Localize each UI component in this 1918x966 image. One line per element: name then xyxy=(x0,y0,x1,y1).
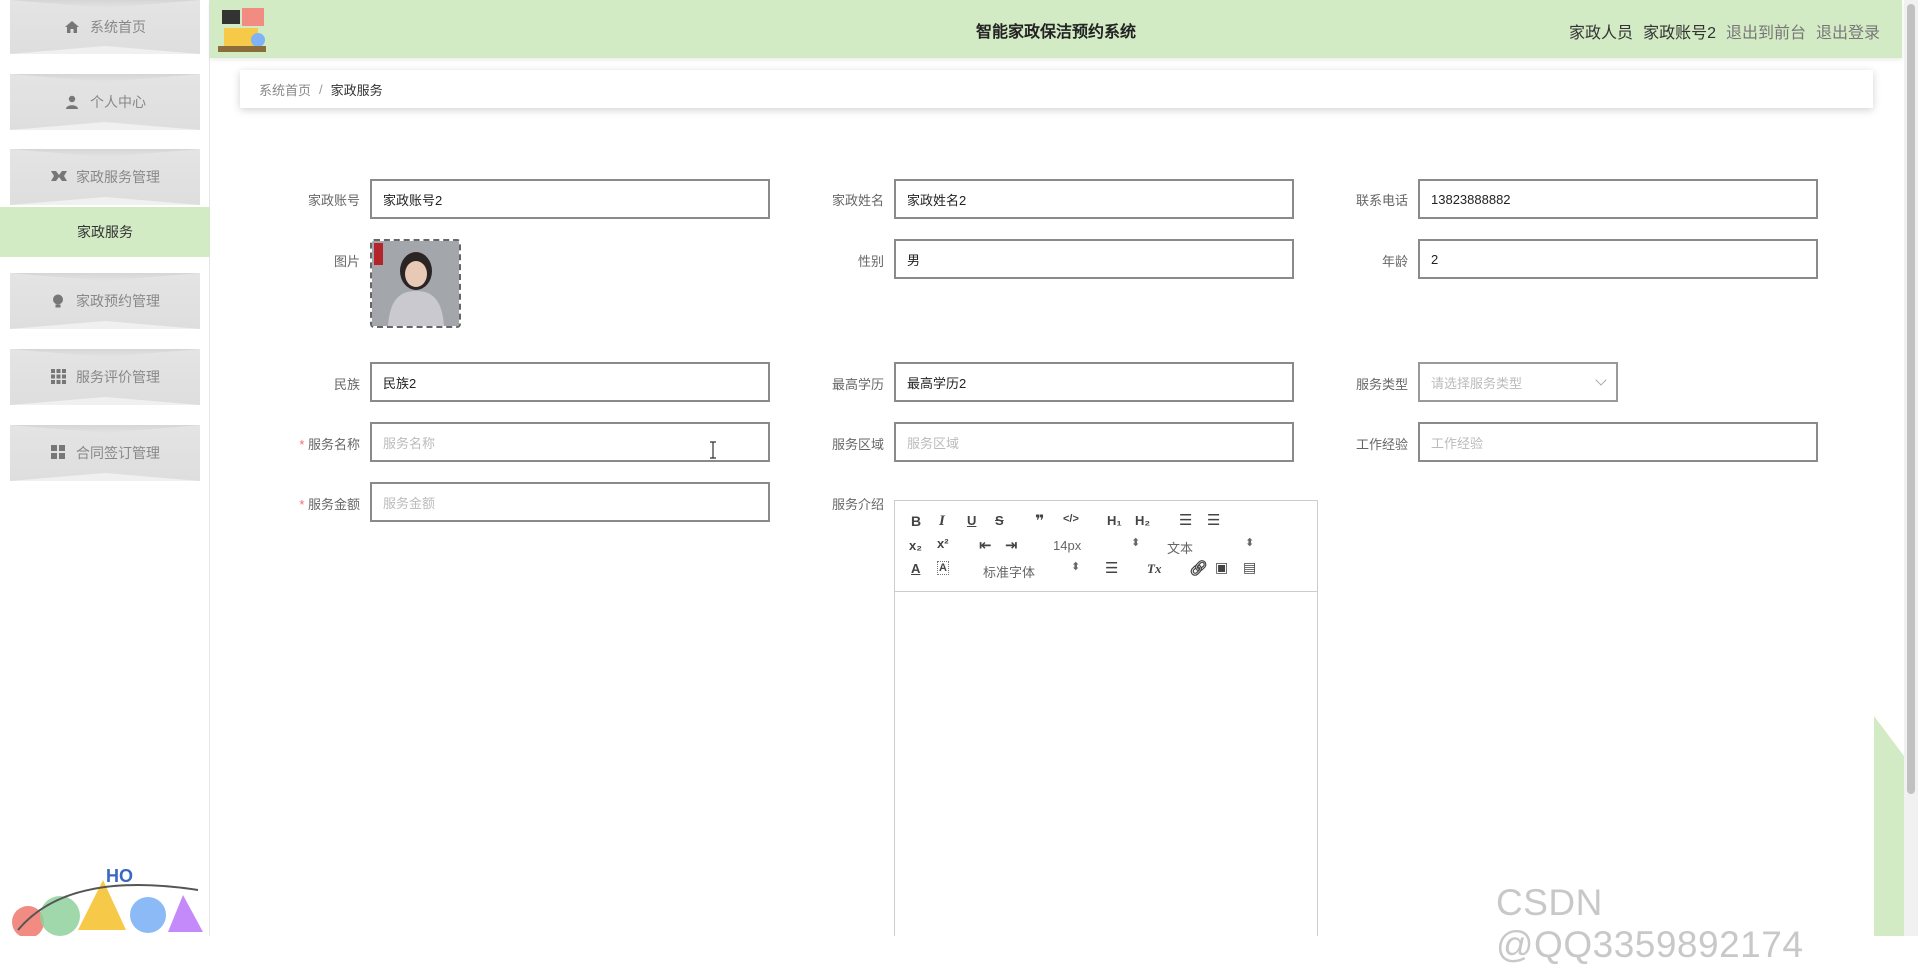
block-type-arrows-icon: ⬍ xyxy=(1245,537,1255,549)
sidebar-item-personal[interactable]: 个人中心 xyxy=(10,74,200,130)
block-type-select[interactable]: 文本 xyxy=(1167,538,1193,557)
breadcrumb: 系统首页 / 家政服务 xyxy=(240,70,1873,108)
age-label: 年龄 xyxy=(1381,254,1408,269)
breadcrumb-home[interactable]: 系统首页 xyxy=(259,80,311,99)
top-header: 智能家政保洁预约系统 家政人员 家政账号2 退出到前台 退出登录 xyxy=(210,0,1902,58)
superscript-icon[interactable]: x² xyxy=(937,536,949,551)
sidebar-decoration-image: HO xyxy=(8,860,208,936)
font-family-select[interactable]: 标准字体 xyxy=(983,562,1035,581)
ordered-list-icon[interactable]: ☰ xyxy=(1179,511,1192,529)
breadcrumb-separator: / xyxy=(319,81,323,97)
education-field[interactable]: 最高学历2 xyxy=(894,362,1294,402)
intro-label: 服务介绍 xyxy=(831,497,884,512)
gender-label: 性别 xyxy=(857,254,884,269)
apps-icon xyxy=(50,445,66,461)
font-size-arrows-icon: ⬍ xyxy=(1131,537,1141,549)
underline-icon[interactable]: U xyxy=(967,513,976,528)
background-color-icon[interactable]: A xyxy=(937,561,949,575)
breadcrumb-current: 家政服务 xyxy=(330,82,383,98)
experience-label: 工作经验 xyxy=(1355,437,1408,452)
clear-format-icon[interactable]: Tx xyxy=(1147,561,1161,577)
account-field[interactable]: 家政账号2 xyxy=(370,179,770,219)
italic-icon[interactable]: I xyxy=(939,513,945,530)
sidebar-item-contract-manage[interactable]: 合同签订管理 xyxy=(10,425,200,481)
name-label: 家政姓名 xyxy=(831,193,884,208)
quote-icon[interactable]: ❞ xyxy=(1035,511,1044,531)
sidebar: 系统首页 个人中心 家政服务管理 家政服务 家政预约管理 服务评价管理 合同签订… xyxy=(0,0,210,936)
experience-input[interactable]: 工作经验 xyxy=(1418,422,1818,462)
photo-upload[interactable] xyxy=(370,239,461,328)
image-icon[interactable]: ▣ xyxy=(1215,559,1228,576)
sidebar-item-label: 系统首页 xyxy=(90,19,146,35)
font-color-icon[interactable]: A xyxy=(911,561,920,576)
home-icon xyxy=(64,19,80,35)
sidebar-item-booking-manage[interactable]: 家政预约管理 xyxy=(10,273,200,329)
phone-field[interactable]: 13823888882 xyxy=(1418,179,1818,219)
service-type-placeholder: 请选择服务类型 xyxy=(1431,375,1523,391)
chevron-down-icon xyxy=(1595,374,1607,386)
name-field[interactable]: 家政姓名2 xyxy=(894,179,1294,219)
editor-content-area[interactable] xyxy=(895,592,1317,936)
font-size-select[interactable]: 14px xyxy=(1053,538,1081,553)
h2-icon[interactable]: H₂ xyxy=(1135,513,1150,528)
ethnicity-field[interactable]: 民族2 xyxy=(370,362,770,402)
price-input[interactable]: 服务金额 xyxy=(370,482,770,522)
back-to-front-link[interactable]: 退出到前台 xyxy=(1726,19,1806,43)
bulb-icon xyxy=(50,293,66,309)
header-user-area: 家政人员 家政账号2 退出到前台 退出登录 xyxy=(1569,19,1880,43)
account-label: 家政账号 xyxy=(307,193,360,208)
gender-field[interactable]: 男 xyxy=(894,239,1294,279)
logout-link[interactable]: 退出登录 xyxy=(1816,19,1880,43)
photo-label: 图片 xyxy=(333,254,360,269)
h1-icon[interactable]: H₁ xyxy=(1107,513,1122,528)
sidebar-item-review-manage[interactable]: 服务评价管理 xyxy=(10,349,200,405)
service-area-label: 服务区域 xyxy=(831,437,884,452)
video-icon[interactable]: ▤ xyxy=(1243,559,1256,576)
outdent-icon[interactable]: ⇤ xyxy=(979,536,992,554)
age-field[interactable]: 2 xyxy=(1418,239,1818,279)
user-icon xyxy=(64,94,80,110)
rich-text-editor: B I U S ❞ </> H₁ H₂ ☰ ☰ x₂ x² ⇤ ⇥ 14px ⬍… xyxy=(894,500,1318,936)
sidebar-item-home[interactable]: 系统首页 xyxy=(10,0,200,54)
code-icon[interactable]: </> xyxy=(1063,513,1079,525)
link-icon[interactable]: 🔗︎ xyxy=(1189,559,1208,577)
sidebar-item-label: 家政服务管理 xyxy=(76,169,160,185)
service-type-select[interactable]: 请选择服务类型 xyxy=(1418,362,1618,402)
user-role: 家政人员 xyxy=(1569,25,1634,42)
phone-label: 联系电话 xyxy=(1355,193,1408,208)
page-scrollbar[interactable] xyxy=(1904,0,1918,936)
sidebar-item-label: 个人中心 xyxy=(90,94,146,110)
subscript-icon[interactable]: x₂ xyxy=(909,538,922,553)
bold-icon[interactable]: B xyxy=(911,513,921,529)
service-type-label: 服务类型 xyxy=(1355,377,1408,392)
sidebar-subitem-label: 家政服务 xyxy=(77,224,133,240)
service-name-label: 服务名称 xyxy=(260,434,360,453)
service-area-input[interactable]: 服务区域 xyxy=(894,422,1294,462)
sidebar-subitem-service[interactable]: 家政服务 xyxy=(0,207,210,257)
profile-photo xyxy=(372,241,459,326)
price-label: 服务金额 xyxy=(260,494,360,513)
strike-icon[interactable]: S xyxy=(995,513,1004,528)
indent-icon[interactable]: ⇥ xyxy=(1005,536,1018,554)
svg-text:HO: HO xyxy=(106,866,133,886)
text-cursor-icon xyxy=(710,441,716,459)
scrollbar-thumb[interactable] xyxy=(1907,4,1915,794)
grid-icon xyxy=(50,369,66,385)
user-name: 家政账号2 xyxy=(1643,25,1716,42)
service-icon xyxy=(50,169,67,185)
align-icon[interactable]: ☰ xyxy=(1105,559,1118,577)
sidebar-item-label: 服务评价管理 xyxy=(76,369,160,385)
sidebar-item-label: 家政预约管理 xyxy=(76,293,160,309)
bullet-list-icon[interactable]: ☰ xyxy=(1207,511,1220,529)
editor-toolbar: B I U S ❞ </> H₁ H₂ ☰ ☰ x₂ x² ⇤ ⇥ 14px ⬍… xyxy=(895,501,1317,592)
watermark-text: CSDN @QQ3359892174 xyxy=(1496,882,1804,965)
ethnicity-label: 民族 xyxy=(333,377,360,392)
sidebar-item-service-manage[interactable]: 家政服务管理 xyxy=(10,149,200,205)
education-label: 最高学历 xyxy=(831,377,884,392)
sidebar-item-label: 合同签订管理 xyxy=(76,445,160,461)
font-family-arrows-icon: ⬍ xyxy=(1071,561,1081,573)
